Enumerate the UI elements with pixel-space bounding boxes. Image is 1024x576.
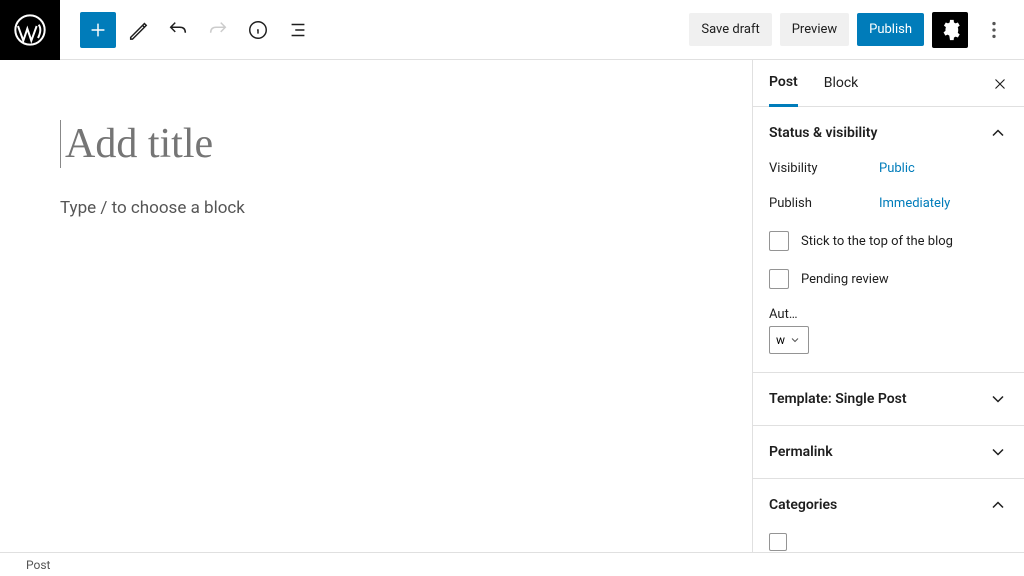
- chevron-down-icon: [789, 334, 801, 346]
- panel-heading: Categories: [769, 497, 837, 513]
- redo-button[interactable]: [200, 12, 236, 48]
- editor-canvas[interactable]: Type / to choose a block: [0, 60, 752, 552]
- outline-button[interactable]: [280, 12, 316, 48]
- sticky-label: Stick to the top of the blog: [801, 234, 953, 249]
- panel-toggle-categories[interactable]: Categories: [753, 479, 1024, 531]
- panel-heading: Status & visibility: [769, 125, 877, 141]
- breadcrumb-bar: Post: [0, 552, 1024, 576]
- tab-block[interactable]: Block: [824, 61, 859, 105]
- author-value: w: [776, 333, 785, 347]
- tab-post[interactable]: Post: [769, 60, 798, 107]
- author-label: Aut…: [769, 307, 1008, 322]
- preview-button[interactable]: Preview: [780, 13, 849, 46]
- visibility-label: Visibility: [769, 161, 879, 176]
- pending-label: Pending review: [801, 272, 889, 287]
- panel-toggle-permalink[interactable]: Permalink: [753, 426, 1024, 478]
- chevron-up-icon: [988, 123, 1008, 143]
- more-options-button[interactable]: [976, 12, 1012, 48]
- chevron-down-icon: [988, 389, 1008, 409]
- close-sidebar-button[interactable]: [988, 72, 1012, 96]
- info-button[interactable]: [240, 12, 276, 48]
- panel-toggle-template[interactable]: Template: Single Post: [753, 373, 1024, 425]
- settings-sidebar: Post Block Status & visibility Visibilit…: [752, 60, 1024, 552]
- pending-checkbox[interactable]: [769, 269, 789, 289]
- save-draft-button[interactable]: Save draft: [689, 13, 771, 46]
- tools-button[interactable]: [120, 12, 156, 48]
- add-block-button[interactable]: [80, 12, 116, 48]
- publish-value[interactable]: Immediately: [879, 196, 950, 211]
- wordpress-logo[interactable]: [0, 0, 60, 60]
- panel-toggle-status[interactable]: Status & visibility: [753, 107, 1024, 159]
- panel-heading: Template: Single Post: [769, 391, 907, 407]
- chevron-down-icon: [988, 442, 1008, 462]
- author-select[interactable]: w: [769, 326, 809, 354]
- chevron-up-icon: [988, 495, 1008, 515]
- publish-button[interactable]: Publish: [857, 13, 924, 46]
- panel-heading: Permalink: [769, 444, 833, 460]
- breadcrumb[interactable]: Post: [26, 558, 50, 572]
- content-placeholder[interactable]: Type / to choose a block: [60, 198, 752, 218]
- publish-label: Publish: [769, 196, 879, 211]
- undo-button[interactable]: [160, 12, 196, 48]
- category-checkbox[interactable]: [769, 533, 787, 551]
- sticky-checkbox[interactable]: [769, 231, 789, 251]
- visibility-value[interactable]: Public: [879, 161, 915, 176]
- settings-button[interactable]: [932, 12, 968, 48]
- post-title-input[interactable]: [60, 120, 560, 168]
